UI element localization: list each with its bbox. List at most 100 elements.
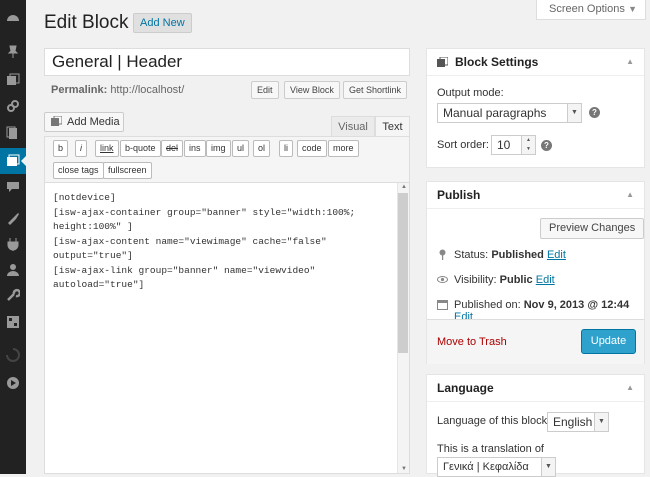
status-edit-link[interactable]: Edit [547,249,566,261]
pin-icon[interactable] [4,43,22,61]
qt-fullscreen-button[interactable]: fullscreen [103,162,152,179]
comments-icon[interactable] [4,178,22,196]
translation-select[interactable]: Γενικά | Κεφαλίδα ▼ [437,457,556,477]
pin-icon [439,249,446,260]
add-media-label: Add Media [67,116,120,128]
collapse-toggle-icon[interactable]: ▲ [626,375,634,401]
add-media-button[interactable]: Add Media [44,112,124,132]
tools-icon[interactable] [4,286,22,304]
qt-del-button[interactable]: del [161,140,184,157]
publish-actions: Move to Trash Update [427,319,644,364]
admin-sidebar [0,0,26,474]
quicktags-toolbar: b i link b-quote del ins img ul ol li co… [44,136,410,182]
scroll-up-icon[interactable]: ▲ [401,184,407,190]
permalink-label: Permalink: [51,84,108,96]
qt-li-button[interactable]: li [279,140,293,157]
published-value: Nov 9, 2013 @ 12:44 [523,299,630,311]
qt-bold-button[interactable]: b [53,140,69,157]
media-icon [51,116,62,126]
qt-img-button[interactable]: img [206,140,231,157]
visibility-edit-link[interactable]: Edit [536,274,555,286]
publish-title: Publish [437,188,481,202]
content-textarea[interactable]: [notdevice] [isw-ajax-container group="b… [44,182,410,474]
editor-scroll-thumb[interactable] [398,193,408,353]
edit-permalink-button[interactable]: Edit [251,81,279,99]
status-label: Status: [454,249,489,261]
spinner-icon [4,346,22,364]
chevron-down-icon: ▼ [567,104,581,122]
screen-options-label: Screen Options [549,3,625,15]
output-mode-select[interactable]: Manual paragraphs ▼ [437,103,582,123]
pages-icon[interactable] [4,124,22,142]
permalink-url[interactable]: http://localhost/ [110,84,184,96]
collapse-toggle-icon[interactable]: ▲ [626,182,634,208]
output-mode-label: Output mode: [437,87,504,99]
output-mode-value: Manual paragraphs [443,106,547,120]
status-value: Published [491,249,544,261]
visibility-row: Visibility: Public Edit [454,274,555,286]
users-icon[interactable] [4,261,22,279]
page-title: Edit Block [44,12,129,33]
help-icon[interactable]: ? [589,107,600,118]
update-button[interactable]: Update [581,329,636,354]
permalink: Permalink: http://localhost/ [51,84,184,96]
dashboard-icon[interactable] [4,9,22,27]
publish-box: Publish ▲ Preview Changes Status: Publis… [426,181,645,364]
plugins-icon[interactable] [4,235,22,253]
language-select[interactable]: English ▼ [547,412,609,432]
block-settings-box: Block Settings ▲ Output mode: Manual par… [426,48,645,168]
chevron-down-icon: ▼ [541,458,555,476]
post-title-input[interactable] [44,48,410,76]
blocks-icon[interactable] [4,152,22,170]
media-icon[interactable] [4,71,22,89]
qt-close-tags-button[interactable]: close tags [53,162,104,179]
qt-link-button[interactable]: link [95,140,119,157]
translation-value: Γενικά | Κεφαλίδα [443,461,529,473]
stepper-icon[interactable]: ▲ ▼ [521,136,535,154]
visibility-value: Public [499,274,533,286]
help-icon[interactable]: ? [541,140,552,151]
chevron-down-icon: ▼ [628,4,637,14]
qt-more-button[interactable]: more [328,140,359,157]
qt-ul-button[interactable]: ul [232,140,250,157]
qt-ins-button[interactable]: ins [184,140,206,157]
calendar-icon [437,300,448,310]
language-label: Language of this block [437,415,548,427]
view-block-button[interactable]: View Block [284,81,340,99]
move-to-trash-link[interactable]: Move to Trash [437,336,507,348]
tab-visual[interactable]: Visual [331,116,375,136]
qt-bquote-button[interactable]: b-quote [120,140,161,157]
qt-italic-button[interactable]: i [75,140,87,157]
tab-text[interactable]: Text [375,116,410,136]
publish-header[interactable]: Publish ▲ [427,182,644,209]
settings-icon[interactable] [4,313,22,331]
language-header[interactable]: Language ▲ [427,375,644,402]
add-new-button[interactable]: Add New [133,13,192,33]
published-label: Published on: [454,299,521,311]
translation-label: This is a translation of [437,443,544,455]
block-settings-title: Block Settings [455,55,539,69]
chevron-down-icon: ▼ [594,413,608,431]
language-title: Language [437,381,494,395]
appearance-icon[interactable] [4,209,22,227]
scroll-down-icon[interactable]: ▼ [401,466,407,472]
get-shortlink-button[interactable]: Get Shortlink [343,81,408,99]
block-settings-header[interactable]: Block Settings ▲ [427,49,644,76]
sort-order-input[interactable]: 10 ▲ ▼ [491,135,536,155]
preview-changes-button[interactable]: Preview Changes [540,218,645,239]
sort-order-value: 10 [497,138,511,152]
play-icon[interactable] [4,374,22,392]
blocks-icon [437,57,448,67]
editor-content[interactable]: [notdevice] [isw-ajax-container group="b… [53,191,393,293]
links-icon[interactable] [4,97,22,115]
language-box: Language ▲ Language of this block Englis… [426,374,645,477]
qt-code-button[interactable]: code [297,140,327,157]
eye-icon [437,276,448,283]
editor-scrollbar[interactable]: ▲ ▼ [397,183,409,473]
language-value: English [553,415,593,429]
sort-order-label: Sort order: [437,139,489,151]
screen-options-button[interactable]: Screen Options ▼ [536,0,646,20]
visibility-label: Visibility: [454,274,497,286]
collapse-toggle-icon[interactable]: ▲ [626,49,634,75]
qt-ol-button[interactable]: ol [253,140,271,157]
